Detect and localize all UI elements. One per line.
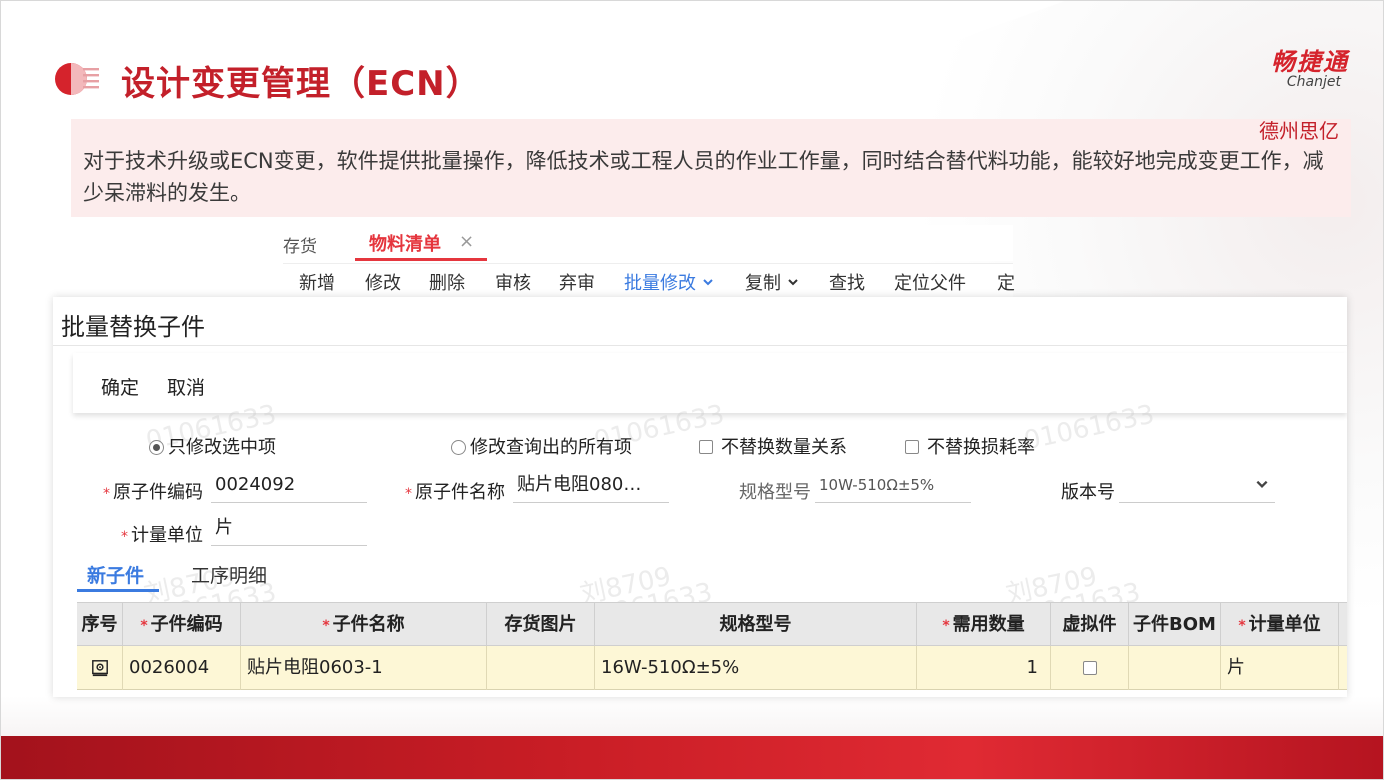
virtual-checkbox[interactable] bbox=[1082, 661, 1097, 675]
app-tab-bar: 存货 物料清单 × bbox=[283, 225, 1013, 261]
title-bullet-icon bbox=[55, 63, 99, 95]
toolbar-more-button[interactable]: 定 bbox=[997, 269, 1015, 295]
header-child-code: * 子件编码 bbox=[123, 603, 241, 647]
unit-field: * 计量单位 片 bbox=[121, 517, 381, 547]
gear-icon[interactable] bbox=[91, 659, 109, 677]
toolbar-copy-button[interactable]: 复制 bbox=[745, 269, 799, 295]
row-image[interactable] bbox=[487, 646, 595, 690]
spec-field: 规格型号 10W-510Ω±5% bbox=[739, 476, 979, 504]
chevron-down-icon bbox=[788, 279, 798, 286]
orig-name-input[interactable]: 贴片电阻080… bbox=[513, 473, 669, 503]
toolbar-delete-button[interactable]: 删除 bbox=[429, 269, 465, 295]
orig-name-label: 原子件名称 bbox=[415, 482, 505, 503]
confirm-button[interactable]: 确定 bbox=[101, 373, 139, 400]
radio-only-selected-label: 只修改选中项 bbox=[168, 437, 276, 458]
footer-band bbox=[1, 736, 1383, 779]
checkbox[interactable] bbox=[699, 440, 713, 454]
brand-name-cn: 畅捷通 bbox=[1271, 48, 1349, 76]
header-image: 存货图片 bbox=[487, 603, 595, 647]
toolbar-unapprove-button[interactable]: 弃审 bbox=[559, 269, 595, 295]
app-toolbar: 新增 修改 删除 审核 弃审 批量修改 复制 查找 定位父件 定 bbox=[283, 263, 1015, 297]
checkbox-keep-qty-relation[interactable]: 不替换数量关系 bbox=[699, 433, 847, 459]
header-seq: 序号 bbox=[77, 603, 123, 647]
orig-code-input[interactable]: 0024092 bbox=[211, 473, 367, 503]
required-marker: * bbox=[103, 486, 110, 502]
radio-only-selected[interactable]: 只修改选中项 bbox=[149, 433, 276, 459]
brand-name-en: Chanjet bbox=[1286, 74, 1341, 90]
close-icon[interactable]: × bbox=[459, 231, 474, 252]
orig-name-field: * 原子件名称 贴片电阻080… bbox=[405, 474, 675, 504]
tab-new-child[interactable]: 新子件 bbox=[87, 561, 144, 588]
header-qty: * 需用数量 bbox=[917, 603, 1051, 647]
intro-text: 对于技术升级或ECN变更，软件提供批量操作，降低技术或工程人员的作业工作量，同时… bbox=[83, 149, 1324, 205]
spec-label: 规格型号 bbox=[739, 482, 811, 503]
spec-input: 10W-510Ω±5% bbox=[815, 473, 971, 503]
toolbar-batch-edit-button[interactable]: 批量修改 bbox=[624, 269, 714, 295]
divider bbox=[53, 345, 1347, 346]
unit-input[interactable]: 片 bbox=[211, 516, 367, 546]
version-label: 版本号 bbox=[1061, 482, 1115, 503]
dialog-title: 批量替换子件 bbox=[61, 313, 205, 341]
intro-box: 德州思亿 对于技术升级或ECN变更，软件提供批量操作，降低技术或工程人员的作业工… bbox=[71, 119, 1351, 217]
slide-title: 设计变更管理（ECN） bbox=[121, 64, 481, 104]
batch-replace-dialog: 批量替换子件 确定 取消 01061633 01061633 01061633 … bbox=[53, 297, 1347, 697]
toolbar-edit-button[interactable]: 修改 bbox=[365, 269, 401, 295]
toolbar-copy-label: 复制 bbox=[745, 273, 781, 294]
required-marker: * bbox=[405, 486, 412, 502]
header-unit: * 计量单位 bbox=[1221, 603, 1339, 647]
version-field: 版本号 bbox=[1061, 478, 1281, 504]
footer-fade bbox=[1, 696, 1383, 741]
checkbox-keep-loss-label: 不替换损耗率 bbox=[927, 437, 1035, 458]
chevron-down-icon bbox=[703, 279, 713, 286]
radio-all-queried[interactable]: 修改查询出的所有项 bbox=[451, 433, 632, 459]
row-child-bom[interactable] bbox=[1129, 646, 1221, 690]
slide: 设计变更管理（ECN） 畅捷通 Chanjet 德州思亿 对于技术升级或ECN变… bbox=[0, 0, 1384, 780]
table-row[interactable]: 0026004 贴片电阻0603-1 16W-510Ω±5% 1 片 bbox=[77, 646, 1347, 690]
required-marker: * bbox=[121, 529, 128, 545]
active-tab-indicator bbox=[77, 589, 159, 592]
row-child-name[interactable]: 贴片电阻0603-1 bbox=[241, 646, 487, 690]
checkbox-keep-loss-rate[interactable]: 不替换损耗率 bbox=[905, 433, 1035, 459]
row-settings-cell[interactable] bbox=[77, 646, 123, 690]
toolbar-new-button[interactable]: 新增 bbox=[299, 269, 335, 295]
header-child-name: * 子件名称 bbox=[241, 603, 487, 647]
radio-button[interactable] bbox=[451, 440, 466, 455]
row-qty[interactable]: 1 bbox=[917, 646, 1051, 690]
orig-code-label: 原子件编码 bbox=[113, 482, 203, 503]
row-spec[interactable]: 16W-510Ω±5% bbox=[595, 646, 917, 690]
header-virtual: 虚拟件 bbox=[1051, 603, 1129, 647]
checkbox[interactable] bbox=[905, 440, 919, 454]
unit-label: 计量单位 bbox=[131, 525, 203, 546]
radio-all-queried-label: 修改查询出的所有项 bbox=[470, 437, 632, 458]
cancel-button[interactable]: 取消 bbox=[167, 373, 205, 400]
toolbar-batch-edit-label: 批量修改 bbox=[624, 273, 696, 294]
version-select[interactable] bbox=[1119, 473, 1275, 503]
grid-header-row: 序号 * 子件编码 * 子件名称 存货图片 规格型号 * 需用数量 虚拟件 子件BOM… bbox=[77, 602, 1347, 647]
row-child-code[interactable]: 0026004 bbox=[123, 646, 241, 690]
toolbar-approve-button[interactable]: 审核 bbox=[495, 269, 531, 295]
brand-logo: 畅捷通 Chanjet bbox=[1229, 49, 1349, 89]
dialog-action-bar: 确定 取消 bbox=[73, 353, 1347, 413]
orig-code-field: * 原子件编码 0024092 bbox=[103, 474, 373, 504]
row-virtual[interactable] bbox=[1051, 646, 1129, 690]
tab-bom[interactable]: 物料清单 × bbox=[355, 225, 487, 261]
author-label: 德州思亿 bbox=[1259, 119, 1339, 143]
tab-bom-label: 物料清单 bbox=[369, 234, 441, 255]
header-spec: 规格型号 bbox=[595, 603, 917, 647]
checkbox-keep-qty-label: 不替换数量关系 bbox=[721, 437, 847, 458]
tab-process-detail[interactable]: 工序明细 bbox=[191, 561, 267, 588]
row-unit[interactable]: 片 bbox=[1221, 646, 1339, 690]
tab-inventory[interactable]: 存货 bbox=[283, 232, 317, 257]
header-child-bom: 子件BOM bbox=[1129, 603, 1221, 647]
toolbar-find-button[interactable]: 查找 bbox=[829, 269, 865, 295]
chevron-down-icon[interactable] bbox=[1255, 477, 1269, 491]
toolbar-locate-parent-button[interactable]: 定位父件 bbox=[894, 269, 966, 295]
radio-button-checked[interactable] bbox=[149, 440, 164, 455]
